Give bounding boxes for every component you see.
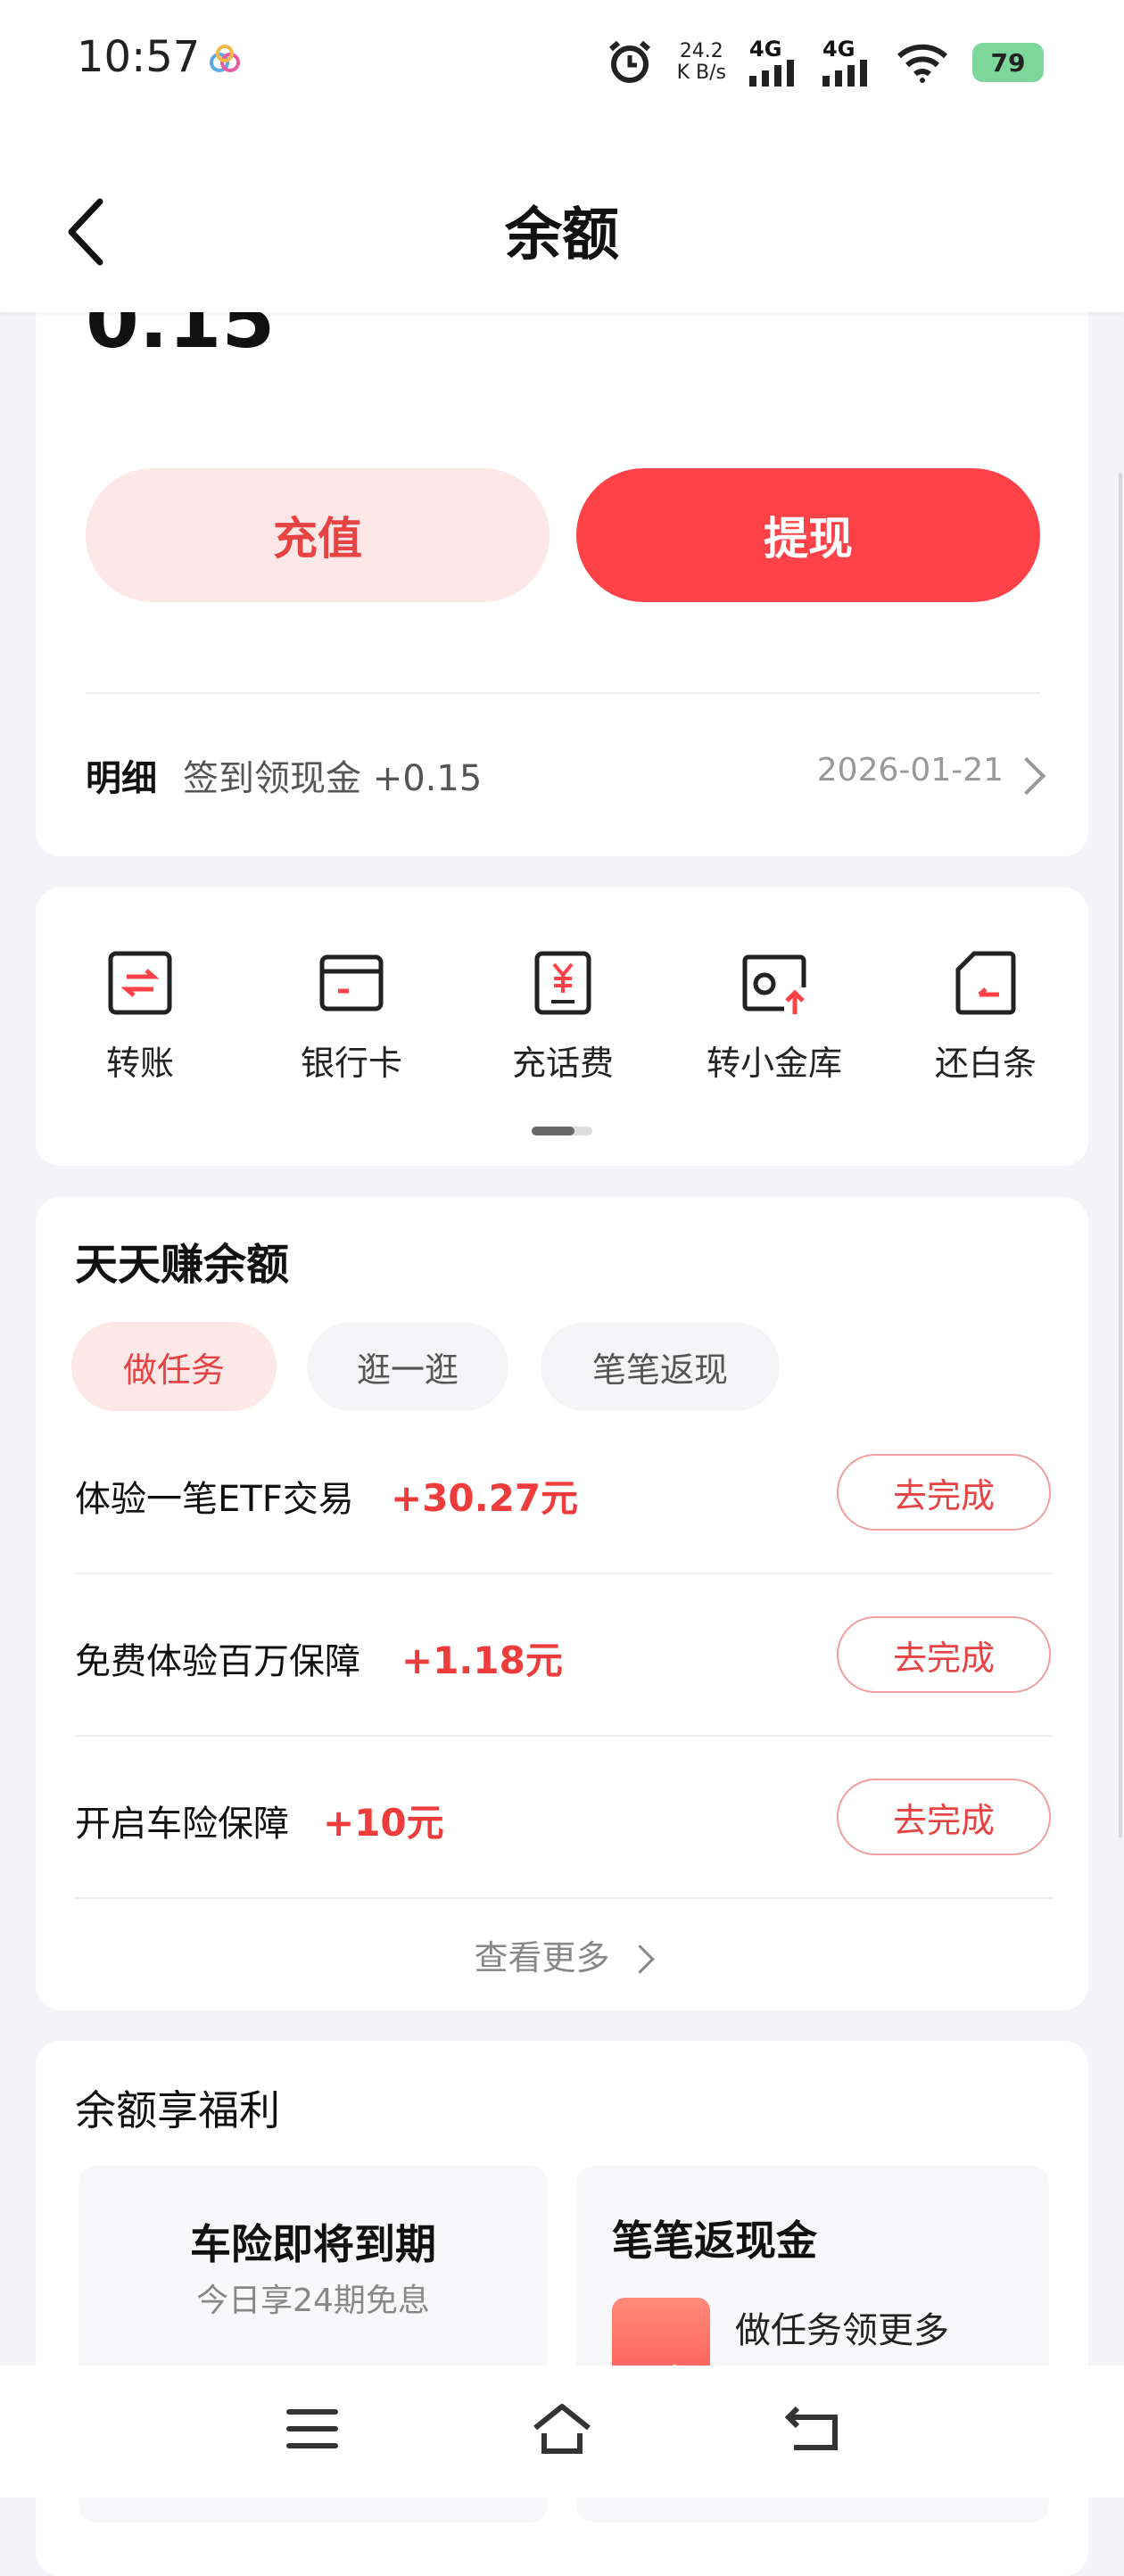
scrollbar[interactable] [1119,473,1122,1837]
car-insurance-title: 车险即将到期 [190,2220,436,2268]
alarm-icon [608,40,650,83]
status-time: 10:57 [77,32,201,82]
page-indicator [532,1127,592,1135]
earn-card [36,1197,1088,2010]
vault-icon [742,954,806,1014]
earn-title: 天天赚余额 [75,1240,290,1290]
signal-bars-icon [749,60,794,87]
task-reward: +30.27元 [391,1476,579,1520]
repay-icon [955,951,1016,1015]
shortcut-transfer[interactable]: 转账 [51,950,229,1085]
detail-label[interactable]: 明细 [86,749,157,801]
cashback-text: 做任务领更多 [735,2310,949,2351]
chevron-right-icon [624,1944,655,1974]
divider [86,692,1040,694]
bank-card-icon [319,954,384,1011]
view-more-link[interactable]: 查看更多 [0,1930,1124,1979]
page-title: 余额 [505,202,619,268]
task-name: 开启车险保障 [75,1804,289,1845]
tab-browse[interactable]: 逛一逛 [307,1322,508,1411]
task-name: 体验一笔ETF交易 [75,1479,354,1520]
shortcut-label: 银行卡 [300,1044,402,1083]
detail-latest-text[interactable]: 签到领现金 +0.15 [183,749,482,801]
detail-date[interactable]: 2026-01-21 [817,752,1004,788]
task-reward: +1.18元 [401,1639,563,1682]
task-complete-button[interactable]: 去完成 [837,1454,1051,1531]
battery-indicator: 79 [972,43,1044,82]
task-name: 免费体验百万保障 [75,1641,360,1682]
task-complete-button[interactable]: 去完成 [837,1616,1051,1693]
shortcut-repay[interactable]: 还白条 [897,950,1075,1085]
shortcut-label: 转小金库 [706,1044,842,1083]
tab-cashback[interactable]: 笔笔返现 [541,1322,780,1411]
network-speed: 24.2 K B/s [676,40,726,84]
signal-bars-icon [822,60,867,87]
withdraw-button[interactable]: 提现 [576,468,1040,602]
app-notification-icon [210,45,240,72]
back-icon[interactable] [785,2403,842,2453]
signal-1: 4G [749,38,799,87]
home-icon[interactable] [530,2401,594,2455]
wifi-icon [897,44,948,83]
system-nav-bar [0,2365,1124,2498]
task-complete-button[interactable]: 去完成 [837,1779,1051,1855]
cashback-title: 笔笔返现金 [612,2217,817,2265]
signal-2: 4G [822,38,872,87]
recharge-button[interactable]: 充值 [86,468,550,602]
divider [75,1573,1053,1574]
tab-tasks[interactable]: 做任务 [71,1322,277,1411]
menu-icon[interactable] [285,2407,339,2451]
divider [75,1735,1053,1737]
phone-bill-icon [534,951,591,1015]
shortcut-label: 还白条 [934,1044,1037,1083]
status-right: 24.2 K B/s 4G 4G 79 [606,27,1044,98]
divider [75,1897,1053,1899]
shortcut-label: 充话费 [511,1044,614,1083]
shortcut-label: 转账 [105,1044,174,1083]
transfer-icon [108,951,172,1015]
shortcut-vault[interactable]: 转小金库 [685,950,864,1085]
shortcut-phone-bill[interactable]: 充话费 [474,950,652,1085]
shortcut-bank-card[interactable]: 银行卡 [262,950,441,1085]
benefits-title: 余额享福利 [75,2086,280,2134]
car-insurance-subtitle: 今日享24期免息 [196,2283,430,2319]
task-reward: +10元 [323,1801,444,1845]
